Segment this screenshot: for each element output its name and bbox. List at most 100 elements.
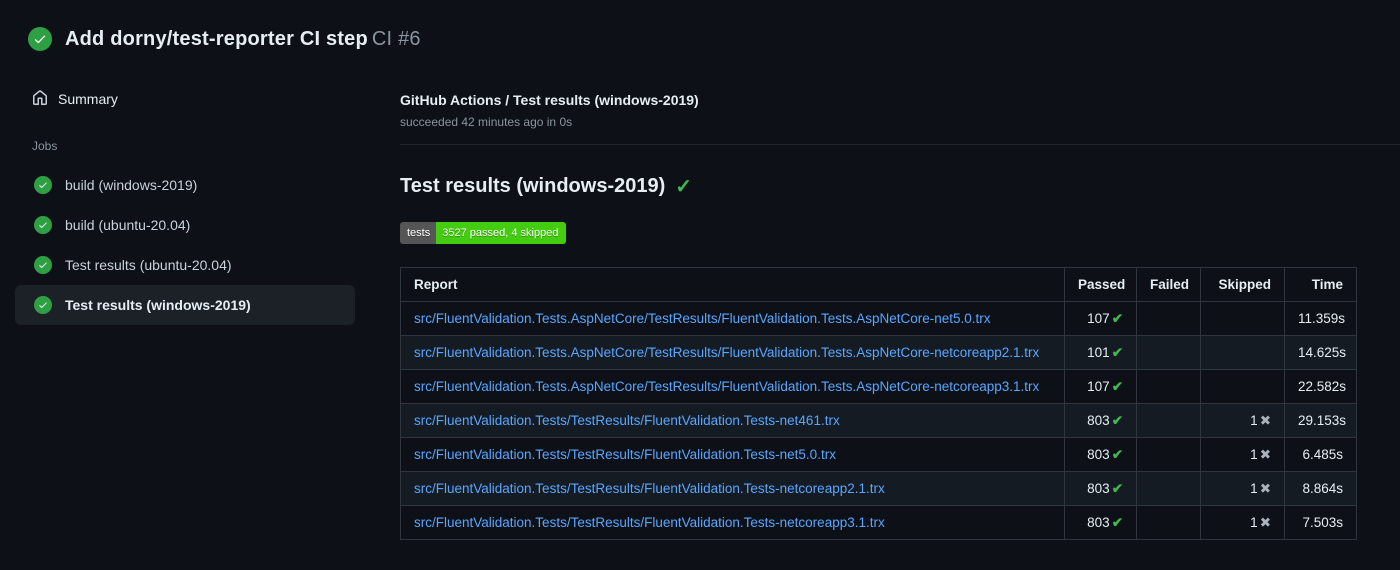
sidebar-item-test-results-windows-2019[interactable]: Test results (windows-2019) xyxy=(15,285,355,325)
table-row: src/FluentValidation.Tests.AspNetCore/Te… xyxy=(400,335,1357,370)
column-header-time: Time xyxy=(1284,267,1357,302)
cell-failed xyxy=(1136,301,1201,336)
success-check-circle-icon xyxy=(28,27,52,51)
success-check-circle-icon xyxy=(34,256,52,274)
cell-failed xyxy=(1136,437,1201,472)
report-link[interactable]: src/FluentValidation.Tests.AspNetCore/Te… xyxy=(414,311,991,326)
sidebar: Summary Jobs build (windows-2019) build … xyxy=(0,51,390,325)
cell-skipped: 1 ✖ xyxy=(1200,437,1285,472)
badge-value: 3527 passed, 4 skipped xyxy=(436,222,567,244)
cell-skipped xyxy=(1200,369,1285,404)
check-icon: ✔ xyxy=(1111,378,1123,394)
cell-failed xyxy=(1136,471,1201,506)
cell-time: 11.359s xyxy=(1284,301,1357,336)
sidebar-summary-label: Summary xyxy=(58,91,118,107)
skipped-count: 1 xyxy=(1250,480,1258,496)
cell-failed xyxy=(1136,505,1201,540)
job-label: build (windows-2019) xyxy=(65,177,198,193)
section-heading: Test results (windows-2019) ✓ xyxy=(400,174,1400,199)
x-icon: ✖ xyxy=(1259,446,1271,462)
column-header-passed: Passed xyxy=(1064,267,1137,302)
check-icon: ✔ xyxy=(1111,344,1123,360)
jobs-list: build (windows-2019) build (ubuntu-20.04… xyxy=(15,165,390,325)
skipped-count: 1 xyxy=(1250,446,1258,462)
check-icon: ✔ xyxy=(1111,310,1123,326)
cell-passed: 803 ✔ xyxy=(1064,505,1137,540)
cell-time: 6.485s xyxy=(1284,437,1357,472)
passed-count: 803 xyxy=(1087,514,1110,530)
cell-report: src/FluentValidation.Tests.AspNetCore/Te… xyxy=(400,335,1065,370)
passed-count: 803 xyxy=(1087,480,1110,496)
job-label: build (ubuntu-20.04) xyxy=(65,217,191,233)
passed-count: 101 xyxy=(1087,344,1110,360)
cell-time: 8.864s xyxy=(1284,471,1357,506)
cell-report: src/FluentValidation.Tests/TestResults/F… xyxy=(400,505,1065,540)
passed-count: 107 xyxy=(1087,310,1110,326)
passed-count: 803 xyxy=(1087,412,1110,428)
x-icon: ✖ xyxy=(1259,514,1271,530)
cell-passed: 803 ✔ xyxy=(1064,403,1137,438)
cell-passed: 803 ✔ xyxy=(1064,471,1137,506)
sidebar-item-build-windows-2019[interactable]: build (windows-2019) xyxy=(15,165,355,205)
cell-report: src/FluentValidation.Tests.AspNetCore/Te… xyxy=(400,369,1065,404)
check-run-title: GitHub Actions / Test results (windows-2… xyxy=(400,92,699,108)
x-icon: ✖ xyxy=(1259,412,1271,428)
run-title: Add dorny/test-reporter CI step CI #6 xyxy=(65,28,421,51)
run-number: CI #6 xyxy=(371,27,421,50)
check-icon: ✔ xyxy=(1111,480,1123,496)
cell-passed: 101 ✔ xyxy=(1064,335,1137,370)
report-link[interactable]: src/FluentValidation.Tests/TestResults/F… xyxy=(414,447,836,462)
x-icon: ✖ xyxy=(1259,480,1271,496)
check-icon: ✔ xyxy=(1111,446,1123,462)
cell-report: src/FluentValidation.Tests/TestResults/F… xyxy=(400,437,1065,472)
passed-count: 107 xyxy=(1087,378,1110,394)
cell-report: src/FluentValidation.Tests.AspNetCore/Te… xyxy=(400,301,1065,336)
check-run-status: succeeded 42 minutes ago in 0s xyxy=(400,115,573,129)
report-link[interactable]: src/FluentValidation.Tests/TestResults/F… xyxy=(414,481,885,496)
cell-passed: 107 ✔ xyxy=(1064,369,1137,404)
sidebar-item-build-ubuntu-2004[interactable]: build (ubuntu-20.04) xyxy=(15,205,355,245)
cell-passed: 803 ✔ xyxy=(1064,437,1137,472)
check-icon: ✓ xyxy=(675,176,693,198)
cell-time: 7.503s xyxy=(1284,505,1357,540)
cell-time: 14.625s xyxy=(1284,335,1357,370)
cell-passed: 107 ✔ xyxy=(1064,301,1137,336)
main-content: GitHub Actions / Test results (windows-2… xyxy=(390,51,1400,540)
workflow-run-page: Add dorny/test-reporter CI step CI #6 Sum… xyxy=(0,0,1400,570)
cell-skipped xyxy=(1200,301,1285,336)
column-header-report: Report xyxy=(400,267,1065,302)
report-link[interactable]: src/FluentValidation.Tests.AspNetCore/Te… xyxy=(414,379,1039,394)
table-row: src/FluentValidation.Tests.AspNetCore/Te… xyxy=(400,369,1357,404)
table-row: src/FluentValidation.Tests/TestResults/F… xyxy=(400,437,1357,472)
home-icon xyxy=(32,89,48,109)
report-link[interactable]: src/FluentValidation.Tests/TestResults/F… xyxy=(414,413,840,428)
success-check-circle-icon xyxy=(34,216,52,234)
check-icon: ✔ xyxy=(1111,412,1123,428)
cell-time: 22.582s xyxy=(1284,369,1357,404)
jobs-section-label: Jobs xyxy=(32,139,58,153)
passed-count: 803 xyxy=(1087,446,1110,462)
sidebar-item-summary[interactable]: Summary xyxy=(15,88,390,110)
skipped-count: 1 xyxy=(1250,514,1258,530)
test-results-table: Report Passed Failed Skipped Time src/Fl… xyxy=(400,267,1357,540)
column-header-failed: Failed xyxy=(1136,267,1201,302)
job-label: Test results (ubuntu-20.04) xyxy=(65,257,232,273)
table-header-row: Report Passed Failed Skipped Time xyxy=(400,267,1357,302)
success-check-circle-icon xyxy=(34,296,52,314)
page-layout: Summary Jobs build (windows-2019) build … xyxy=(0,51,1400,540)
column-header-skipped: Skipped xyxy=(1200,267,1285,302)
sidebar-item-test-results-ubuntu-2004[interactable]: Test results (ubuntu-20.04) xyxy=(15,245,355,285)
badge-label: tests xyxy=(400,222,437,244)
report-link[interactable]: src/FluentValidation.Tests.AspNetCore/Te… xyxy=(414,345,1039,360)
cell-skipped: 1 ✖ xyxy=(1200,471,1285,506)
table-row: src/FluentValidation.Tests/TestResults/F… xyxy=(400,403,1357,438)
tests-badge: tests 3527 passed, 4 skipped xyxy=(400,222,567,244)
job-label: Test results (windows-2019) xyxy=(65,297,251,313)
cell-skipped xyxy=(1200,335,1285,370)
cell-skipped: 1 ✖ xyxy=(1200,403,1285,438)
cell-failed xyxy=(1136,335,1201,370)
report-link[interactable]: src/FluentValidation.Tests/TestResults/F… xyxy=(414,515,885,530)
table-row: src/FluentValidation.Tests/TestResults/F… xyxy=(400,505,1357,540)
cell-failed xyxy=(1136,369,1201,404)
cell-time: 29.153s xyxy=(1284,403,1357,438)
